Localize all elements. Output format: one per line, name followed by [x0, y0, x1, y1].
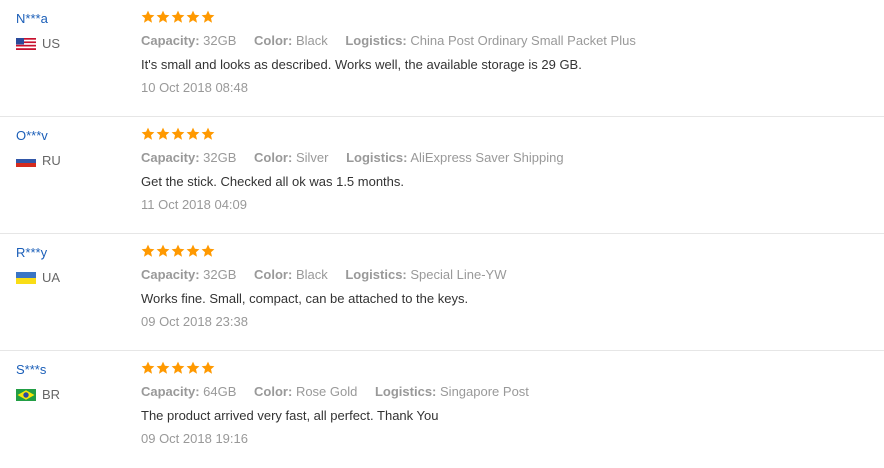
- star-rating: [141, 10, 884, 28]
- logistics-label: Logistics:: [345, 267, 407, 282]
- star-icon: [186, 361, 200, 374]
- reviewer-country: US: [16, 36, 126, 51]
- logistics-value: AliExpress Saver Shipping: [410, 150, 564, 165]
- logistics-value: Singapore Post: [440, 384, 529, 399]
- color-label: Color:: [254, 150, 293, 165]
- star-icon: [156, 10, 170, 23]
- review-date: 11 Oct 2018 04:09: [141, 197, 248, 212]
- review-item: S***s BR Capacity: 64GB Color: Rose Gold: [0, 351, 884, 468]
- logistics-label: Logistics:: [345, 33, 407, 48]
- review-text: It's small and looks as described. Works…: [141, 57, 582, 72]
- star-icon: [171, 10, 185, 23]
- review-content: Capacity: 64GB Color: Rose Gold Logistic…: [141, 361, 884, 448]
- capacity-value: 32GB: [203, 33, 237, 48]
- review-date: 09 Oct 2018 23:38: [141, 314, 248, 329]
- star-rating: [141, 361, 884, 379]
- review-text: The product arrived very fast, all perfe…: [141, 408, 439, 423]
- star-icon: [141, 361, 155, 374]
- star-icon: [201, 244, 215, 257]
- country-code: UA: [42, 270, 61, 285]
- review-item: O***v RU Capacity: 32GB Color: Silver Lo…: [0, 117, 884, 234]
- star-icon: [201, 361, 215, 374]
- capacity-label: Capacity:: [141, 150, 200, 165]
- br-flag-icon: [16, 388, 36, 401]
- star-rating: [141, 244, 884, 262]
- star-icon: [156, 244, 170, 257]
- reviewer-name[interactable]: N***a: [16, 10, 126, 28]
- logistics-label: Logistics:: [346, 150, 408, 165]
- star-icon: [141, 244, 155, 257]
- country-code: BR: [42, 387, 61, 402]
- country-code: RU: [42, 153, 61, 168]
- reviewer-country: BR: [16, 387, 126, 402]
- star-icon: [171, 127, 185, 140]
- reviewer-info: S***s BR: [16, 361, 126, 402]
- star-icon: [141, 10, 155, 23]
- capacity-value: 32GB: [203, 150, 237, 165]
- star-icon: [171, 361, 185, 374]
- reviewer-info: N***a US: [16, 10, 126, 51]
- review-list: N***a US Capacity: 32GB Color: Black Log…: [0, 0, 884, 468]
- color-value: Silver: [295, 150, 329, 165]
- star-icon: [156, 361, 170, 374]
- review-content: Capacity: 32GB Color: Silver Logistics: …: [141, 127, 884, 214]
- star-icon: [201, 127, 215, 140]
- color-value: Rose Gold: [295, 384, 358, 399]
- color-label: Color:: [254, 384, 293, 399]
- order-properties: Capacity: 32GB Color: Black Logistics: C…: [141, 32, 884, 50]
- color-value: Black: [295, 267, 328, 282]
- logistics-value: China Post Ordinary Small Packet Plus: [410, 33, 636, 48]
- star-icon: [186, 244, 200, 257]
- star-icon: [156, 127, 170, 140]
- review-content: Capacity: 32GB Color: Black Logistics: S…: [141, 244, 884, 331]
- capacity-label: Capacity:: [141, 33, 200, 48]
- country-code: US: [42, 36, 61, 51]
- color-label: Color:: [254, 267, 293, 282]
- star-icon: [171, 244, 185, 257]
- order-properties: Capacity: 32GB Color: Black Logistics: S…: [141, 266, 884, 284]
- reviewer-country: UA: [16, 270, 126, 285]
- ru-flag-icon: [16, 154, 36, 167]
- us-flag-icon: [16, 37, 36, 50]
- review-text: Get the stick. Checked all ok was 1.5 mo…: [141, 174, 405, 189]
- star-icon: [141, 127, 155, 140]
- order-properties: Capacity: 32GB Color: Silver Logistics: …: [141, 149, 884, 167]
- capacity-value: 32GB: [203, 267, 237, 282]
- review-date: 09 Oct 2018 19:16: [141, 431, 248, 446]
- capacity-label: Capacity:: [141, 384, 200, 399]
- star-icon: [186, 127, 200, 140]
- order-properties: Capacity: 64GB Color: Rose Gold Logistic…: [141, 383, 884, 401]
- reviewer-name[interactable]: R***y: [16, 244, 126, 262]
- star-icon: [201, 10, 215, 23]
- star-rating: [141, 127, 884, 145]
- review-item: R***y UA Capacity: 32GB Color: Black Log…: [0, 234, 884, 351]
- ua-flag-icon: [16, 271, 36, 284]
- review-text: Works fine. Small, compact, can be attac…: [141, 291, 469, 306]
- capacity-label: Capacity:: [141, 267, 200, 282]
- reviewer-info: R***y UA: [16, 244, 126, 285]
- logistics-label: Logistics:: [374, 384, 437, 399]
- review-item: N***a US Capacity: 32GB Color: Black Log…: [0, 0, 884, 117]
- capacity-value: 64GB: [203, 384, 237, 399]
- color-value: Black: [295, 33, 328, 48]
- reviewer-name[interactable]: O***v: [16, 127, 126, 145]
- reviewer-name[interactable]: S***s: [16, 361, 126, 379]
- star-icon: [186, 10, 200, 23]
- review-date: 10 Oct 2018 08:48: [141, 80, 248, 95]
- reviewer-country: RU: [16, 153, 126, 168]
- color-label: Color:: [254, 33, 293, 48]
- logistics-value: Special Line-YW: [410, 267, 507, 282]
- review-content: Capacity: 32GB Color: Black Logistics: C…: [141, 10, 884, 97]
- reviewer-info: O***v RU: [16, 127, 126, 168]
